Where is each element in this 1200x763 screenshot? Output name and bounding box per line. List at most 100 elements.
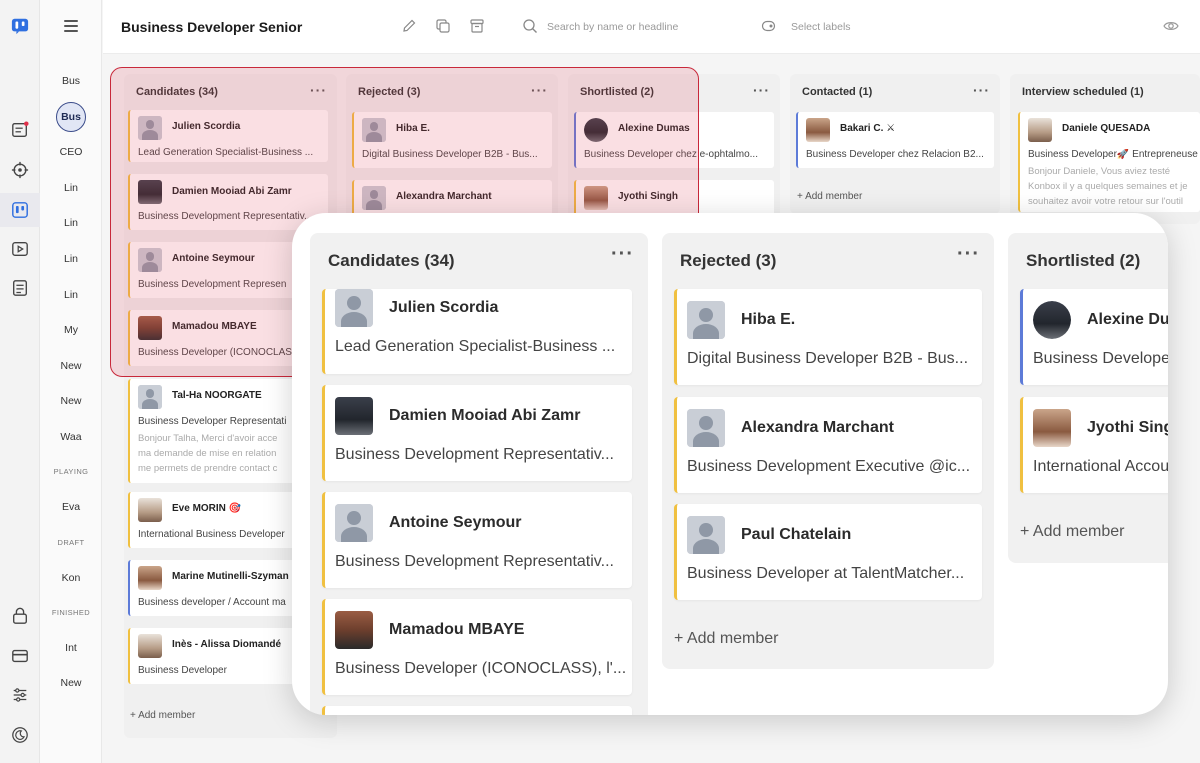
candidate-name: Alexine Dumas [618, 123, 690, 134]
column-title: Candidates (34) [136, 86, 218, 98]
column-more-icon[interactable]: ··· [957, 243, 980, 266]
dark-mode-moon-icon[interactable] [10, 725, 30, 745]
add-member-button[interactable]: + Add member [797, 191, 862, 202]
avatar [138, 116, 162, 140]
candidate-card[interactable]: Antoine Seymour Business Development Rep… [322, 492, 632, 588]
job-item[interactable]: Int [56, 633, 86, 663]
play-icon[interactable] [10, 239, 30, 259]
column-title: Candidates (34) [328, 251, 455, 270]
candidate-card[interactable] [322, 706, 632, 715]
job-item-active[interactable]: Bus [56, 102, 86, 132]
job-item[interactable]: Lin [56, 208, 86, 238]
column-more-icon[interactable]: ··· [753, 82, 770, 98]
job-item[interactable]: Lin [56, 244, 86, 274]
candidate-card[interactable]: Mamadou MBAYE Business Developer (ICONOC… [322, 599, 632, 695]
target-icon[interactable] [10, 160, 30, 180]
avatar [584, 118, 608, 142]
credit-card-icon[interactable] [10, 646, 30, 666]
candidate-card[interactable]: Jyothi Sing International Accou [1020, 397, 1168, 493]
section-label-finished: FINISHED [51, 608, 91, 617]
job-item[interactable]: New [56, 668, 86, 698]
job-item[interactable]: Eva [56, 492, 86, 522]
candidate-card[interactable]: Bakari C. ⚔ Business Developer chez Rela… [796, 112, 994, 168]
job-item[interactable]: CEO [56, 137, 86, 167]
column-title: Shortlisted (2) [580, 86, 654, 98]
avatar [1033, 409, 1071, 447]
candidate-name: Marine Mutinelli-Szyman [172, 571, 289, 582]
avatar [335, 504, 373, 542]
job-item[interactable]: Lin [56, 280, 86, 310]
column-contacted: Contacted (1) ··· Bakari C. ⚔ Business D… [790, 74, 1000, 214]
job-item[interactable]: New [56, 351, 86, 381]
avatar [584, 186, 608, 210]
zoom-column-shortlisted: Shortlisted (2) Alexine Du Business Deve… [1008, 233, 1168, 563]
candidate-headline: Lead Generation Specialist-Business ... [138, 147, 314, 158]
menu-hamburger-icon[interactable] [64, 20, 78, 32]
candidate-card[interactable]: Damien Mooiad Abi Zamr Business Developm… [322, 385, 632, 481]
candidate-name: Paul Chatelain [741, 526, 852, 543]
add-member-button[interactable]: + Add member [130, 710, 195, 721]
page-title: Business Developer Senior [121, 19, 303, 35]
candidate-name: Bakari C. ⚔ [840, 123, 896, 134]
search-input[interactable]: Search by name or headline [547, 21, 678, 33]
candidate-card[interactable]: Alexine Du Business Develope [1020, 289, 1168, 385]
column-more-icon[interactable]: ··· [611, 243, 634, 266]
messages-icon[interactable] [10, 120, 30, 140]
candidate-name: Daniele QUESADA [1062, 123, 1151, 134]
board-icon[interactable] [10, 200, 30, 220]
archive-icon[interactable] [469, 18, 487, 36]
job-item[interactable]: Lin [56, 173, 86, 203]
column-more-icon[interactable]: ··· [531, 82, 548, 98]
candidate-name: Damien Mooiad Abi Zamr [172, 186, 292, 197]
candidate-card[interactable]: Julien Scordia Lead Generation Specialis… [128, 110, 328, 162]
column-title: Interview scheduled (1) [1022, 86, 1144, 98]
edit-pencil-icon[interactable] [401, 18, 419, 36]
column-more-icon[interactable]: ··· [310, 82, 327, 98]
labels-select[interactable]: Select labels [791, 21, 851, 33]
avatar [138, 498, 162, 522]
candidate-card[interactable]: Alexandra Marchant Business Development … [674, 397, 982, 493]
job-item[interactable]: My [56, 315, 86, 345]
duplicate-icon[interactable] [435, 18, 453, 36]
avatar [362, 118, 386, 142]
candidate-card[interactable]: Julien Scordia Lead Generation Specialis… [322, 289, 632, 374]
candidate-headline: Business Developer chez e-ophtalmo... [584, 149, 758, 160]
zoom-magnifier-panel: Candidates (34) ··· Julien Scordia Lead … [292, 213, 1168, 715]
candidate-card[interactable]: Daniele QUESADA Business Developer🚀 Entr… [1018, 112, 1200, 212]
candidate-headline: Business Developer (ICONOCLASS), l'... [335, 660, 627, 677]
job-item[interactable]: Bus [56, 66, 86, 96]
avatar [335, 611, 373, 649]
label-tag-icon [761, 18, 779, 36]
avatar [138, 634, 162, 658]
candidate-name: Hiba E. [741, 311, 796, 328]
candidate-name: Mamadou MBAYE [172, 321, 257, 332]
section-label-draft: DRAFT [57, 538, 85, 547]
column-interview-scheduled: Interview scheduled (1) Daniele QUESADA … [1010, 74, 1200, 224]
candidate-name: Mamadou MBAYE [389, 621, 525, 638]
column-more-icon[interactable]: ··· [973, 82, 990, 98]
avatar [138, 566, 162, 590]
jobs-sidebar: Bus Bus CEO Lin Lin Lin Lin My New New W… [40, 0, 102, 763]
document-icon[interactable] [10, 278, 30, 298]
message-preview-line: Bonjour Daniele, Vous aviez testé [1028, 166, 1171, 177]
avatar [806, 118, 830, 142]
job-item[interactable]: New [56, 386, 86, 416]
add-member-button[interactable]: + Add member [674, 630, 779, 648]
job-item[interactable]: Kon [56, 563, 86, 593]
job-item[interactable]: Waa [56, 422, 86, 452]
candidate-name: Eve MORIN 🎯 [172, 503, 242, 514]
candidate-card[interactable]: Hiba E. Digital Business Developer B2B -… [674, 289, 982, 385]
visibility-eye-icon[interactable] [1163, 18, 1181, 36]
add-member-button[interactable]: + Add member [1020, 523, 1125, 541]
candidate-name: Jyothi Sing [1087, 419, 1168, 436]
message-preview-line: souhaitez avoir votre retour sur l'outil [1028, 196, 1183, 207]
candidate-card[interactable]: Alexine Dumas Business Developer chez e-… [574, 112, 774, 168]
candidate-card[interactable]: Paul Chatelain Business Developer at Tal… [674, 504, 982, 600]
lock-icon[interactable] [10, 606, 30, 626]
candidate-card[interactable]: Damien Mooiad Abi Zamr Business Developm… [128, 174, 328, 230]
candidate-card[interactable]: Hiba E. Digital Business Developer B2B -… [352, 112, 552, 168]
candidate-name: Antoine Seymour [389, 514, 522, 531]
candidate-headline: Business Developer at TalentMatcher... [687, 565, 965, 582]
settings-sliders-icon[interactable] [10, 685, 30, 705]
app-logo-icon[interactable] [10, 16, 30, 36]
